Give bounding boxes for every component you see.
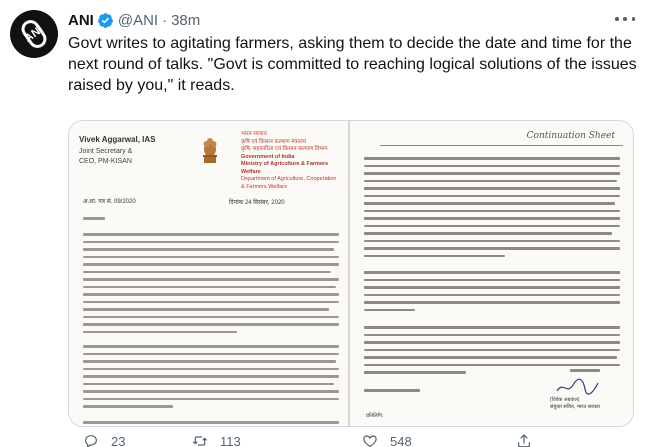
reply-icon [85,435,97,447]
avatar[interactable]: ANI [10,10,58,58]
share-button[interactable] [516,433,532,447]
like-button[interactable]: 548 [362,433,412,447]
national-emblem-icon [203,138,217,163]
reply-button[interactable]: 23 [83,433,125,447]
letter-ministry-header: भारत सरकार कृषि एवं किसान कल्याण मंत्राल… [241,131,347,191]
letter-page-1[interactable]: Vivek Aggarwal, IAS Joint Secretary & CE… [69,121,350,426]
share-icon [518,434,530,447]
tweet-text: Govt writes to agitating farmers, asking… [68,35,637,94]
letter-body-paragraph-3 [83,421,339,426]
signatory-block: (विवेक अग्रवाल) संयुक्त सचिव, भारत सरकार [550,397,600,411]
account-handle[interactable]: @ANI [118,12,158,29]
ministry-hi-1: भारत सरकार [241,131,268,137]
letter-reference-number: अ.शा. पत्र सं. 09/2020 [83,199,136,205]
like-count: 548 [390,433,412,447]
letter-body-paragraph-1 [83,233,339,338]
continuation-sheet-label: Continuation Sheet [526,131,615,141]
letter-sender-title-2: CEO, PM-KISAN [79,158,132,165]
tweet-header: ANI @ANI · 38m [68,10,200,30]
signatory-title: संयुक्त सचिव, भारत सरकार [550,404,601,410]
copy-to-label: प्रतिलिपि: [366,413,384,419]
tweet-media[interactable]: Vivek Aggarwal, IAS Joint Secretary & CE… [68,120,634,427]
continuation-divider [380,145,623,146]
letter-page2-paragraph-1 [364,157,620,262]
ministry-en-3: Department of Agriculture, Cooperation [241,176,337,182]
ministry-en-1: Government of India [241,153,295,160]
verified-badge-icon [97,12,113,28]
letter-sign-off [570,369,600,377]
ministry-hi-3: कृषि, सहकारिता एवं किसान कल्याण विभाग [241,146,328,152]
retweet-icon [192,436,208,446]
separator-dot: · [162,11,168,29]
tweet-timestamp[interactable]: 38m [171,12,200,29]
tweet[interactable]: ANI ANI @ANI · 38m Govt writes to agitat… [0,0,645,447]
letter-sender-name: Vivek Aggarwal, IAS [79,135,156,144]
letter-sender-title-1: Joint Secretary & [79,148,133,155]
signature-icon [556,378,599,395]
ministry-en-4: & Farmers Welfare [241,183,288,190]
retweet-count: 113 [220,433,241,447]
letter-body-paragraph-2 [83,345,339,413]
more-options-icon[interactable] [615,12,635,26]
tweet-actions: 23 113 548 [68,431,588,447]
ministry-hi-2: कृषि एवं किसान कल्याण मंत्रालय [241,138,306,145]
letter-page-2[interactable]: Continuation Sheet (विवेक अग्रवाल) संयुक… [350,121,633,426]
letter-date: दिनांक 24 दिसंबर, 2020 [229,200,285,206]
letter-page2-paragraph-2 [364,271,620,316]
letter-sender-title: Joint Secretary & CEO, PM-KISAN [79,147,132,167]
heart-icon [363,435,377,447]
retweet-button[interactable]: 113 [192,433,241,447]
ministry-en-2: Ministry of Agriculture & Farmers Welfar… [241,161,329,175]
signatory-name: (विवेक अग्रवाल) [550,397,580,403]
letter-salutation [83,217,339,225]
reply-count: 23 [111,433,126,447]
account-name[interactable]: ANI [68,12,94,29]
